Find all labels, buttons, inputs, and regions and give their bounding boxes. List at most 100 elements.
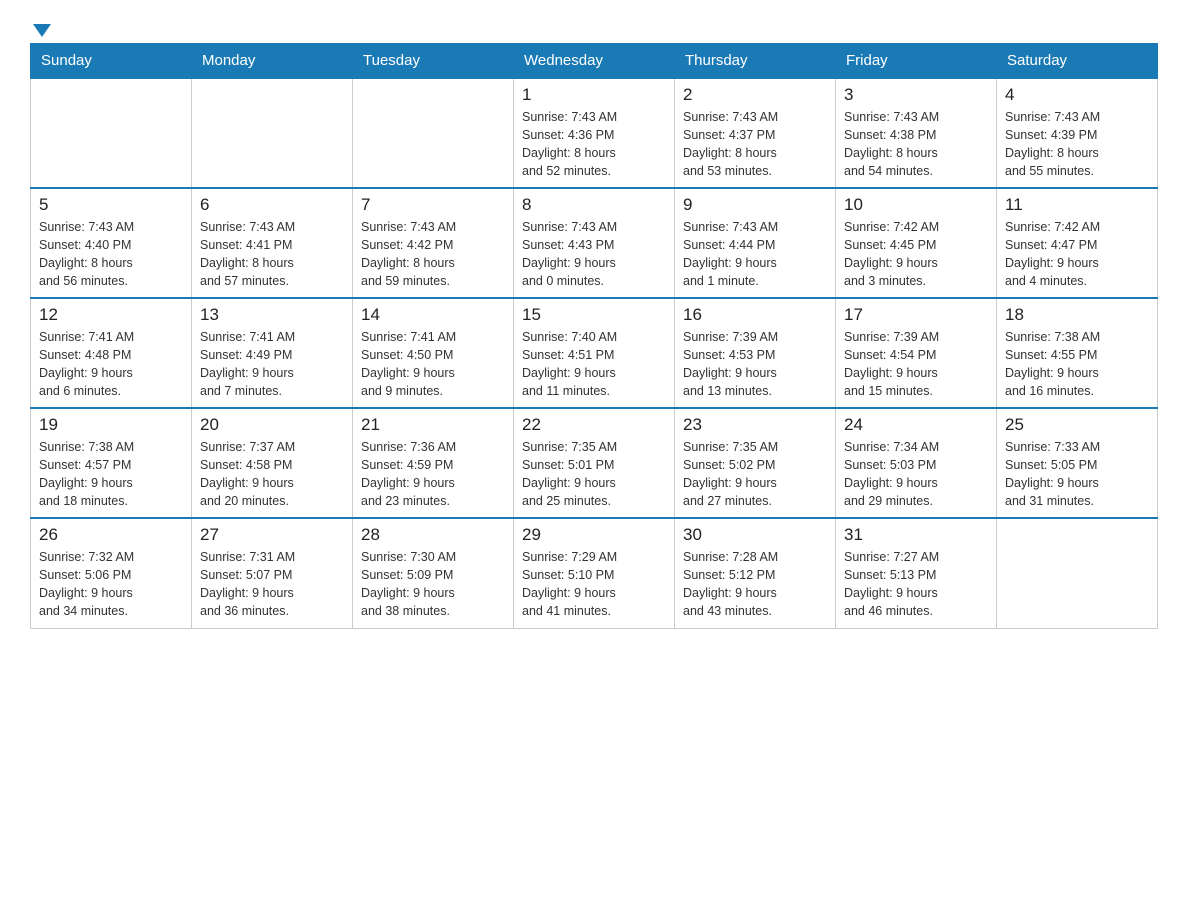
day-info: Sunrise: 7:29 AM Sunset: 5:10 PM Dayligh… xyxy=(522,548,666,621)
calendar-cell: 4Sunrise: 7:43 AM Sunset: 4:39 PM Daylig… xyxy=(997,78,1158,188)
day-number: 26 xyxy=(39,525,183,545)
day-number: 15 xyxy=(522,305,666,325)
day-number: 12 xyxy=(39,305,183,325)
calendar-cell: 23 Sunrise: 7:35 AM Sunset: 5:02 PM Dayli… xyxy=(675,408,836,518)
week-row-3: 12 Sunrise: 7:41 AM Sunset: 4:48 PM Dayli… xyxy=(31,298,1158,408)
weekday-header-monday: Monday xyxy=(192,44,353,79)
calendar-cell: 24 Sunrise: 7:34 AM Sunset: 5:03 PM Dayli… xyxy=(836,408,997,518)
day-number: 14 xyxy=(361,305,505,325)
day-number: 13 xyxy=(200,305,344,325)
day-number: 23 xyxy=(683,415,827,435)
day-info: Sunrise: 7:37 AM Sunset: 4:58 PM Dayligh… xyxy=(200,438,344,511)
day-number: 6 xyxy=(200,195,344,215)
calendar-cell: 26 Sunrise: 7:32 AM Sunset: 5:06 PM Dayli… xyxy=(31,518,192,628)
logo xyxy=(30,20,51,33)
calendar-cell: 9Sunrise: 7:43 AM Sunset: 4:44 PM Daylig… xyxy=(675,188,836,298)
day-number: 27 xyxy=(200,525,344,545)
calendar-cell: 17 Sunrise: 7:39 AM Sunset: 4:54 PM Dayli… xyxy=(836,298,997,408)
day-number: 22 xyxy=(522,415,666,435)
day-info: Sunrise: 7:39 AM Sunset: 4:54 PM Dayligh… xyxy=(844,328,988,401)
day-number: 21 xyxy=(361,415,505,435)
day-number: 7 xyxy=(361,195,505,215)
day-info: Sunrise: 7:28 AM Sunset: 5:12 PM Dayligh… xyxy=(683,548,827,621)
calendar-cell: 16 Sunrise: 7:39 AM Sunset: 4:53 PM Dayli… xyxy=(675,298,836,408)
calendar-cell: 31 Sunrise: 7:27 AM Sunset: 5:13 PM Dayli… xyxy=(836,518,997,628)
day-number: 24 xyxy=(844,415,988,435)
day-info: Sunrise: 7:35 AM Sunset: 5:01 PM Dayligh… xyxy=(522,438,666,511)
calendar-cell: 3 Sunrise: 7:43 AM Sunset: 4:38 PM Daylig… xyxy=(836,78,997,188)
day-info: Sunrise: 7:42 AM Sunset: 4:45 PM Dayligh… xyxy=(844,218,988,291)
calendar-cell: 1 Sunrise: 7:43 AM Sunset: 4:36 PM Daylig… xyxy=(514,78,675,188)
day-number: 28 xyxy=(361,525,505,545)
day-number: 29 xyxy=(522,525,666,545)
logo-arrow-icon xyxy=(33,24,51,37)
day-number: 19 xyxy=(39,415,183,435)
calendar-cell xyxy=(997,518,1158,628)
day-number: 8 xyxy=(522,195,666,215)
day-info: Sunrise: 7:43 AM Sunset: 4:40 PM Dayligh… xyxy=(39,218,183,291)
calendar-cell: 29 Sunrise: 7:29 AM Sunset: 5:10 PM Dayli… xyxy=(514,518,675,628)
calendar-cell: 5 Sunrise: 7:43 AM Sunset: 4:40 PM Daylig… xyxy=(31,188,192,298)
day-number: 20 xyxy=(200,415,344,435)
day-info: Sunrise: 7:27 AM Sunset: 5:13 PM Dayligh… xyxy=(844,548,988,621)
day-number: 10 xyxy=(844,195,988,215)
day-number: 31 xyxy=(844,525,988,545)
day-number: 25 xyxy=(1005,415,1149,435)
day-info: Sunrise: 7:43 AM Sunset: 4:37 PM Dayligh… xyxy=(683,108,827,181)
day-info: Sunrise: 7:32 AM Sunset: 5:06 PM Dayligh… xyxy=(39,548,183,621)
calendar-cell: 15 Sunrise: 7:40 AM Sunset: 4:51 PM Dayli… xyxy=(514,298,675,408)
calendar-cell: 11Sunrise: 7:42 AM Sunset: 4:47 PM Dayli… xyxy=(997,188,1158,298)
day-info: Sunrise: 7:42 AM Sunset: 4:47 PM Dayligh… xyxy=(1005,218,1149,291)
calendar-cell: 21 Sunrise: 7:36 AM Sunset: 4:59 PM Dayli… xyxy=(353,408,514,518)
day-info: Sunrise: 7:43 AM Sunset: 4:39 PM Dayligh… xyxy=(1005,108,1149,181)
day-number: 17 xyxy=(844,305,988,325)
weekday-header-saturday: Saturday xyxy=(997,44,1158,79)
calendar-cell: 19 Sunrise: 7:38 AM Sunset: 4:57 PM Dayli… xyxy=(31,408,192,518)
calendar-cell: 14 Sunrise: 7:41 AM Sunset: 4:50 PM Dayli… xyxy=(353,298,514,408)
week-row-4: 19 Sunrise: 7:38 AM Sunset: 4:57 PM Dayli… xyxy=(31,408,1158,518)
calendar-table: SundayMondayTuesdayWednesdayThursdayFrid… xyxy=(30,43,1158,629)
calendar-cell: 8 Sunrise: 7:43 AM Sunset: 4:43 PM Daylig… xyxy=(514,188,675,298)
day-number: 2 xyxy=(683,85,827,105)
day-info: Sunrise: 7:39 AM Sunset: 4:53 PM Dayligh… xyxy=(683,328,827,401)
day-info: Sunrise: 7:35 AM Sunset: 5:02 PM Dayligh… xyxy=(683,438,827,511)
calendar-cell: 10 Sunrise: 7:42 AM Sunset: 4:45 PM Dayli… xyxy=(836,188,997,298)
weekday-header-sunday: Sunday xyxy=(31,44,192,79)
calendar-cell xyxy=(192,78,353,188)
day-number: 3 xyxy=(844,85,988,105)
day-info: Sunrise: 7:43 AM Sunset: 4:41 PM Dayligh… xyxy=(200,218,344,291)
day-info: Sunrise: 7:41 AM Sunset: 4:48 PM Dayligh… xyxy=(39,328,183,401)
day-info: Sunrise: 7:43 AM Sunset: 4:42 PM Dayligh… xyxy=(361,218,505,291)
calendar-cell: 22 Sunrise: 7:35 AM Sunset: 5:01 PM Dayli… xyxy=(514,408,675,518)
calendar-cell: 25 Sunrise: 7:33 AM Sunset: 5:05 PM Dayli… xyxy=(997,408,1158,518)
week-row-5: 26 Sunrise: 7:32 AM Sunset: 5:06 PM Dayli… xyxy=(31,518,1158,628)
day-number: 16 xyxy=(683,305,827,325)
week-row-1: 1 Sunrise: 7:43 AM Sunset: 4:36 PM Daylig… xyxy=(31,78,1158,188)
day-number: 5 xyxy=(39,195,183,215)
day-info: Sunrise: 7:38 AM Sunset: 4:55 PM Dayligh… xyxy=(1005,328,1149,401)
calendar-cell xyxy=(353,78,514,188)
calendar-cell: 13 Sunrise: 7:41 AM Sunset: 4:49 PM Dayli… xyxy=(192,298,353,408)
day-number: 1 xyxy=(522,85,666,105)
day-info: Sunrise: 7:38 AM Sunset: 4:57 PM Dayligh… xyxy=(39,438,183,511)
weekday-header-row: SundayMondayTuesdayWednesdayThursdayFrid… xyxy=(31,44,1158,79)
calendar-cell: 20 Sunrise: 7:37 AM Sunset: 4:58 PM Dayli… xyxy=(192,408,353,518)
calendar-cell: 12 Sunrise: 7:41 AM Sunset: 4:48 PM Dayli… xyxy=(31,298,192,408)
calendar-cell: 27Sunrise: 7:31 AM Sunset: 5:07 PM Dayli… xyxy=(192,518,353,628)
weekday-header-wednesday: Wednesday xyxy=(514,44,675,79)
day-info: Sunrise: 7:43 AM Sunset: 4:36 PM Dayligh… xyxy=(522,108,666,181)
day-info: Sunrise: 7:43 AM Sunset: 4:43 PM Dayligh… xyxy=(522,218,666,291)
calendar-cell: 7 Sunrise: 7:43 AM Sunset: 4:42 PM Daylig… xyxy=(353,188,514,298)
day-info: Sunrise: 7:41 AM Sunset: 4:50 PM Dayligh… xyxy=(361,328,505,401)
day-info: Sunrise: 7:34 AM Sunset: 5:03 PM Dayligh… xyxy=(844,438,988,511)
weekday-header-tuesday: Tuesday xyxy=(353,44,514,79)
weekday-header-thursday: Thursday xyxy=(675,44,836,79)
calendar-cell: 28Sunrise: 7:30 AM Sunset: 5:09 PM Dayli… xyxy=(353,518,514,628)
day-info: Sunrise: 7:41 AM Sunset: 4:49 PM Dayligh… xyxy=(200,328,344,401)
week-row-2: 5 Sunrise: 7:43 AM Sunset: 4:40 PM Daylig… xyxy=(31,188,1158,298)
day-info: Sunrise: 7:40 AM Sunset: 4:51 PM Dayligh… xyxy=(522,328,666,401)
day-number: 30 xyxy=(683,525,827,545)
day-info: Sunrise: 7:33 AM Sunset: 5:05 PM Dayligh… xyxy=(1005,438,1149,511)
day-info: Sunrise: 7:36 AM Sunset: 4:59 PM Dayligh… xyxy=(361,438,505,511)
day-info: Sunrise: 7:43 AM Sunset: 4:38 PM Dayligh… xyxy=(844,108,988,181)
